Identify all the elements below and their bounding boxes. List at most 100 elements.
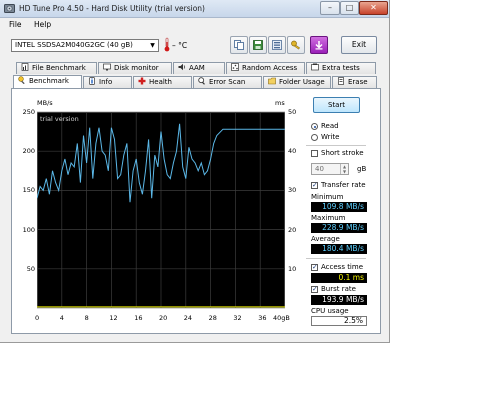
menu-help[interactable]: Help xyxy=(34,20,51,29)
file-benchmark-icon xyxy=(21,63,29,71)
close-button[interactable]: ✕ xyxy=(359,1,388,15)
y-tick-label-right: 30 xyxy=(288,186,297,195)
window-title: HD Tune Pro 4.50 - Hard Disk Utility (tr… xyxy=(19,4,205,13)
tab-aam[interactable]: AAM xyxy=(173,62,225,74)
cpu-usage-label: CPU usage xyxy=(311,307,349,315)
x-tick-label: 36 xyxy=(258,314,267,322)
x-tick-label: 32 xyxy=(233,314,242,322)
maximum-value: 228.9 MB/s xyxy=(311,223,367,233)
burst-rate-label: Burst rate xyxy=(321,285,356,293)
minimum-value: 109.8 MB/s xyxy=(311,202,367,212)
save-icon xyxy=(253,40,263,50)
x-tick-label: 20 xyxy=(159,314,168,322)
read-radio[interactable] xyxy=(311,123,318,130)
y-tick-label-left: 150 xyxy=(22,186,35,195)
speaker-icon xyxy=(178,63,186,71)
save-button[interactable] xyxy=(249,36,267,54)
erase-icon xyxy=(338,77,344,85)
burst-rate-checkbox[interactable]: ✓ xyxy=(311,286,318,293)
menu-file[interactable]: File xyxy=(9,20,22,29)
tab-label: Error Scan xyxy=(209,78,246,86)
x-tick-label: 12 xyxy=(109,314,118,322)
app-window: HD Tune Pro 4.50 - Hard Disk Utility (tr… xyxy=(0,0,390,343)
maximize-button[interactable]: □ xyxy=(340,1,359,15)
tab-label: File Benchmark xyxy=(32,64,86,72)
x-tick-label: 4 xyxy=(59,314,64,322)
tab-folder-usage[interactable]: Folder Usage xyxy=(263,76,331,88)
tab-file-benchmark[interactable]: File Benchmark xyxy=(16,62,97,74)
disk-monitor-icon xyxy=(103,63,111,71)
temperature-readout: – °C xyxy=(172,41,188,50)
options-button[interactable] xyxy=(268,36,286,54)
drive-select-value: INTEL SSDSA2M040G2GC (40 gB) xyxy=(15,41,133,49)
download-icon xyxy=(315,41,323,50)
tab-disk-monitor[interactable]: Disk monitor xyxy=(98,62,172,74)
error-scan-icon xyxy=(198,77,205,85)
exit-button[interactable]: Exit xyxy=(341,36,377,54)
access-time-value: 0.1 ms xyxy=(311,273,367,283)
random-access-icon xyxy=(231,63,239,71)
transfer-rate-checkbox[interactable]: ✓ xyxy=(311,182,318,189)
x-tick-label: 16 xyxy=(134,314,143,322)
extra-tests-icon xyxy=(311,63,319,71)
tab-label: Folder Usage xyxy=(279,78,325,86)
tab-extra-tests[interactable]: Extra tests xyxy=(306,62,376,74)
tab-label: Disk monitor xyxy=(114,64,159,72)
info-icon xyxy=(89,77,95,85)
copy-button[interactable] xyxy=(230,36,248,54)
short-stroke-checkbox[interactable] xyxy=(311,150,318,157)
minimize-button[interactable]: – xyxy=(320,1,340,15)
y-tick-label-right: 40 xyxy=(288,147,297,156)
left-axis-unit: MB/s xyxy=(37,99,53,107)
folder-icon xyxy=(268,77,276,85)
average-label: Average xyxy=(311,235,340,243)
average-value: 180.4 MB/s xyxy=(311,244,367,254)
short-stroke-unit: gB xyxy=(357,165,367,173)
tab-info[interactable]: Info xyxy=(83,76,132,88)
tab-label: Erase xyxy=(348,78,368,86)
stepper-arrows-icon[interactable]: ▲ ▼ xyxy=(340,164,348,174)
burst-rate-value: 193.9 MB/s xyxy=(311,295,367,305)
title-bar[interactable]: HD Tune Pro 4.50 - Hard Disk Utility (tr… xyxy=(0,0,389,18)
y-tick-label-right: 10 xyxy=(288,264,297,273)
tab-error-scan[interactable]: Error Scan xyxy=(193,76,262,88)
short-stroke-stepper[interactable]: 40 ▲ ▼ xyxy=(311,163,349,175)
access-time-checkbox[interactable]: ✓ xyxy=(311,264,318,271)
minimum-label: Minimum xyxy=(311,193,344,201)
y-tick-label-left: 100 xyxy=(22,225,35,234)
x-tick-label: 8 xyxy=(84,314,89,322)
key-button[interactable] xyxy=(287,36,305,54)
tab-label: AAM xyxy=(189,64,205,72)
x-tick-label: 28 xyxy=(208,314,217,322)
menu-bar: File Help xyxy=(0,18,389,31)
tab-erase[interactable]: Erase xyxy=(332,76,377,88)
chart-watermark: trial version xyxy=(40,115,79,123)
transfer-rate-chart: trial version xyxy=(37,111,285,309)
write-label: Write xyxy=(321,133,340,141)
tab-label: Benchmark xyxy=(29,77,69,85)
cpu-usage-value: 2.5% xyxy=(311,316,367,326)
tab-label: Random Access xyxy=(242,64,298,72)
y-tick-label-left: 200 xyxy=(22,147,35,156)
right-axis-unit: ms xyxy=(275,99,285,107)
divider xyxy=(306,258,366,259)
divider xyxy=(306,145,366,146)
start-button[interactable]: Start xyxy=(313,97,360,113)
y-tick-label-left: 50 xyxy=(26,264,35,273)
write-radio[interactable] xyxy=(311,134,318,141)
health-icon xyxy=(138,77,146,85)
tab-random-access[interactable]: Random Access xyxy=(226,62,305,74)
tab-label: Health xyxy=(149,78,172,86)
download-button[interactable] xyxy=(310,36,328,54)
tab-benchmark[interactable]: Benchmark xyxy=(13,75,82,88)
access-time-label: Access time xyxy=(321,263,364,271)
read-label: Read xyxy=(321,122,339,130)
options-icon xyxy=(272,40,282,50)
transfer-rate-label: Transfer rate xyxy=(321,181,366,189)
drive-select[interactable]: INTEL SSDSA2M040G2GC (40 gB) ▼ xyxy=(11,39,159,52)
tab-label: Info xyxy=(99,78,113,86)
x-tick-label: 40gB xyxy=(273,314,290,322)
tab-health[interactable]: Health xyxy=(133,76,192,88)
y-tick-label-right: 50 xyxy=(288,108,297,116)
benchmark-icon xyxy=(18,76,25,84)
